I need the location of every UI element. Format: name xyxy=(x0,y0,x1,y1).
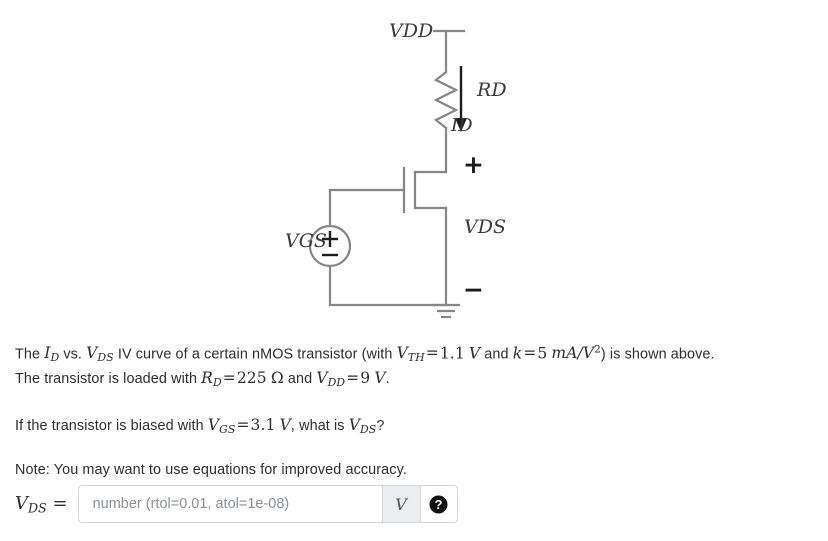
answer-input-group: V ? xyxy=(77,485,458,523)
unit-volt: V xyxy=(279,416,291,435)
math-vds: VDS xyxy=(86,344,114,365)
circuit-diagram: VDD RD ID VDS VGS + − xyxy=(0,0,828,330)
math-k: k xyxy=(512,344,523,363)
unit-volt: V xyxy=(374,369,386,388)
ground-symbol xyxy=(432,303,460,319)
equals-sign: = xyxy=(346,369,360,388)
problem-statement: The ID vs. VDS IV curve of a certain nMO… xyxy=(15,344,715,390)
math-vth: VTH xyxy=(396,344,425,365)
math-vdd: VDD xyxy=(316,369,346,390)
help-button[interactable]: ? xyxy=(419,485,458,523)
value-rd: 225 xyxy=(236,369,267,388)
label-vds: VDS xyxy=(464,216,506,238)
problem-text-block: The ID vs. VDS IV curve of a certain nMO… xyxy=(15,340,815,481)
question-mark-circle-icon: ? xyxy=(429,495,448,513)
value-vdd: 9 xyxy=(360,369,371,388)
answer-row: VDS = V ? xyxy=(15,485,458,523)
unit-volt: V xyxy=(468,344,481,363)
math-vds: VDS xyxy=(348,416,377,437)
vds-plus-sign: + xyxy=(463,150,484,179)
svg-text:?: ? xyxy=(435,497,443,512)
vds-minus-sign: − xyxy=(463,275,484,304)
answer-label: VDS = xyxy=(15,492,68,516)
value-k: 5 xyxy=(537,344,548,363)
equals-sign: = xyxy=(236,416,250,435)
equals-sign: = xyxy=(523,344,537,363)
answer-input[interactable] xyxy=(77,485,382,523)
unit-ohm: Ω xyxy=(270,369,284,388)
note-line: Note: You may want to use equations for … xyxy=(15,462,407,479)
value-vth: 1.1 xyxy=(439,344,465,363)
math-rd: RD xyxy=(201,369,222,390)
label-vgs: VGS xyxy=(285,230,327,252)
math-id: ID xyxy=(44,344,60,365)
label-rd: RD xyxy=(477,79,507,101)
label-id: ID xyxy=(451,115,473,136)
label-vdd: VDD xyxy=(389,20,434,42)
math-vgs: VGS xyxy=(207,416,236,437)
unit-k: mA/V2 xyxy=(551,344,601,363)
unit-addon-volts: V xyxy=(381,485,420,523)
circuit-schematic-svg xyxy=(308,29,467,319)
question-line: If the transistor is biased with VGS=3.1… xyxy=(15,416,385,437)
equals-sign: = xyxy=(222,369,236,388)
equals-sign: = xyxy=(425,344,439,363)
value-vgs: 3.1 xyxy=(250,416,276,435)
